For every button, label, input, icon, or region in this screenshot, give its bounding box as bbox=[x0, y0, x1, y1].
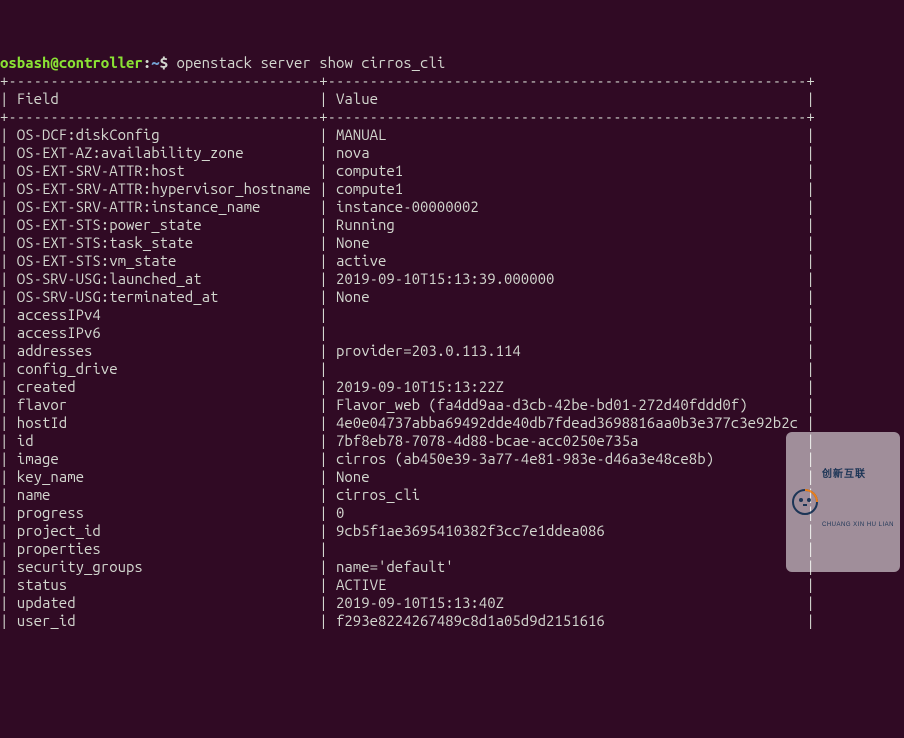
prompt-user-host: osbash@controller bbox=[0, 54, 143, 71]
table-row: | properties | | bbox=[0, 540, 815, 557]
logo-icon bbox=[792, 489, 818, 515]
prompt-path: ~ bbox=[151, 54, 159, 71]
table-row: | project_id | 9cb5f1ae3695410382f3cc7e1… bbox=[0, 522, 815, 539]
table-row: | name | cirros_cli | bbox=[0, 486, 815, 503]
table-row: | OS-DCF:diskConfig | MANUAL | bbox=[0, 126, 815, 143]
watermark-brand-en: CHUANG XIN HU LIAN bbox=[822, 516, 894, 534]
table-row: | OS-EXT-STS:task_state | None | bbox=[0, 234, 815, 251]
table-row: | security_groups | name='default' | bbox=[0, 558, 815, 575]
table-row: | status | ACTIVE | bbox=[0, 576, 815, 593]
table-row: | created | 2019-09-10T15:13:22Z | bbox=[0, 378, 815, 395]
table-row: | config_drive | | bbox=[0, 360, 815, 377]
table-row: | accessIPv4 | | bbox=[0, 306, 815, 323]
table-row: | key_name | None | bbox=[0, 468, 815, 485]
table-row: | flavor | Flavor_web (fa4dd9aa-d3cb-42b… bbox=[0, 396, 815, 413]
table-row: | image | cirros (ab450e39-3a77-4e81-983… bbox=[0, 450, 815, 467]
table-row: | user_id | f293e8224267489c8d1a05d9d215… bbox=[0, 612, 815, 629]
watermark-logo: 创新互联 CHUANG XIN HU LIAN bbox=[786, 432, 900, 572]
prompt-colon: : bbox=[143, 54, 151, 71]
table-row: | OS-EXT-STS:power_state | Running | bbox=[0, 216, 815, 233]
table-row: | OS-EXT-AZ:availability_zone | nova | bbox=[0, 144, 815, 161]
table-row: | updated | 2019-09-10T15:13:40Z | bbox=[0, 594, 815, 611]
table-border-top: +-------------------------------------+-… bbox=[0, 72, 815, 89]
table-row: | OS-SRV-USG:launched_at | 2019-09-10T15… bbox=[0, 270, 815, 287]
table-row: | progress | 0 | bbox=[0, 504, 815, 521]
table-row: | OS-EXT-SRV-ATTR:host | compute1 | bbox=[0, 162, 815, 179]
command-text: openstack server show cirros_cli bbox=[176, 54, 445, 71]
table-row: | accessIPv6 | | bbox=[0, 324, 815, 341]
table-row: | id | 7bf8eb78-7078-4d88-bcae-acc0250e7… bbox=[0, 432, 815, 449]
table-row: | OS-EXT-STS:vm_state | active | bbox=[0, 252, 815, 269]
table-border-mid: +-------------------------------------+-… bbox=[0, 108, 815, 125]
table-row: | OS-EXT-SRV-ATTR:instance_name | instan… bbox=[0, 198, 815, 215]
table-row: | addresses | provider=203.0.113.114 | bbox=[0, 342, 815, 359]
prompt-dollar: $ bbox=[160, 54, 177, 71]
table-row: | OS-SRV-USG:terminated_at | None | bbox=[0, 288, 815, 305]
terminal-output[interactable]: osbash@controller:~$ openstack server sh… bbox=[0, 54, 904, 630]
watermark-brand-cn: 创新互联 bbox=[822, 470, 894, 480]
table-row: | OS-EXT-SRV-ATTR:hypervisor_hostname | … bbox=[0, 180, 815, 197]
table-header-row: | Field | Value | bbox=[0, 90, 815, 107]
table-row: | hostId | 4e0e04737abba69492dde40db7fde… bbox=[0, 414, 815, 431]
